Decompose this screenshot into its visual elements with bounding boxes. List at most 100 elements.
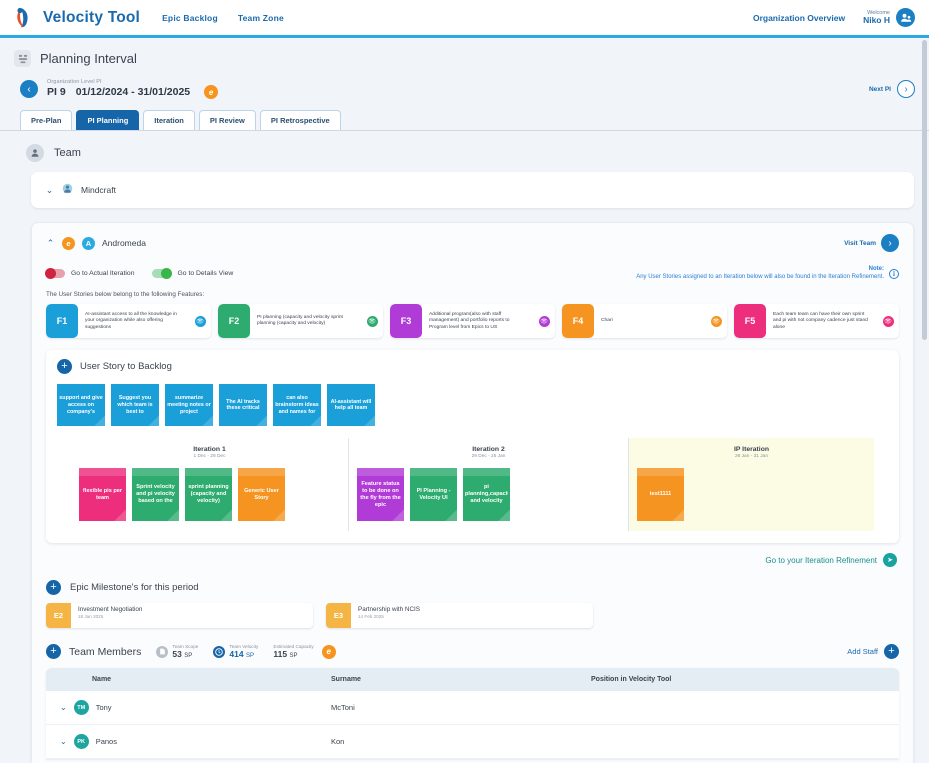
team-row-andromeda[interactable]: ⌃ e A Andromeda Visit Team › [32,223,913,253]
backlog-card[interactable]: Suggest you which team is best to [111,384,159,427]
feature-chip[interactable]: F3 Additional program(also with staff ma… [390,304,555,339]
feature-view-control[interactable]: 👁 [533,304,555,338]
stat-number: 414 [229,648,244,659]
page-title-row: Planning Interval [14,50,915,67]
tab-pi-retrospective[interactable]: PI Retrospective [259,110,341,131]
team-avatar-icon [62,183,73,197]
nav-link-team-zone[interactable]: Team Zone [238,13,284,23]
team-row-mindcraft[interactable]: ⌄ Mindcraft [31,172,914,208]
backlog-card[interactable]: can also brainstorm ideas and names for [273,384,321,427]
backlog-card[interactable]: AI-assistant will help all team [327,384,375,427]
visit-team-control[interactable]: Visit Team › [844,234,899,253]
milestone-card[interactable]: E3 Partnership with NCIS 14 Feb 2025 [326,603,593,629]
page-scrollbar[interactable] [922,40,927,761]
feature-view-control[interactable]: 👁 [705,304,727,338]
visit-team-button[interactable]: › [881,234,899,253]
iteration-card[interactable]: sprint planning (capacity and velocity) [185,468,232,522]
organization-overview-link[interactable]: Organization Overview [753,13,845,23]
toggle-actual-iteration[interactable] [45,267,65,279]
fold-corner-icon [148,415,159,427]
chevron-down-icon[interactable]: ⌄ [45,185,54,196]
top-bar-right: Organization Overview Welcome Niko H [753,8,915,27]
feature-view-control[interactable]: 👁 [189,304,211,338]
iteration-card[interactable]: Generic User Story [238,468,285,522]
stat-unit: SP [184,652,193,659]
info-icon[interactable]: i [889,268,899,279]
team-avatar-badge: A [82,236,95,250]
tab-pre-plan[interactable]: Pre-Plan [20,110,73,131]
backlog-card[interactable]: The AI tracks these critical [219,384,267,427]
user-avatar-icon[interactable] [896,8,915,27]
iteration-refinement-label: Go to your Iteration Refinement [765,555,877,565]
toggle-actual-iteration-item[interactable]: Go to Actual Iteration [45,267,134,279]
milestone-body: Investment Negotiation 18 Jan 2025 [71,603,142,628]
features-caption: The User Stories below belong to the fol… [46,291,205,299]
feature-chip[interactable]: F2 PI planning (capacity and velocity sp… [218,304,383,339]
team-members-table: Name Surname Position in Velocity Tool ⌄… [46,668,899,760]
backlog-card-row: support and give access on company's Sug… [57,384,888,427]
nav-link-epic-backlog[interactable]: Epic Backlog [162,13,218,23]
tab-pi-planning[interactable]: PI Planning [76,110,140,131]
iteration-card-text: flexible pis per team [82,487,123,501]
chevron-up-icon[interactable]: ⌃ [46,238,55,249]
send-icon[interactable]: ➤ [883,553,897,568]
tab-pi-review[interactable]: PI Review [198,110,256,131]
feature-text: PI planning (capacity and velocity sprin… [257,314,343,327]
add-team-member-button[interactable]: + [46,644,61,660]
feature-chip[interactable]: F1 AI-assistant access to all the knowle… [46,304,211,339]
tab-iteration[interactable]: Iteration [143,110,195,131]
add-staff-button[interactable]: + [884,644,899,660]
chevron-down-icon[interactable]: ⌄ [60,703,67,712]
edit-pi-badge[interactable]: e [204,85,219,100]
iteration-refinement-link-row[interactable]: Go to your Iteration Refinement ➤ [32,553,897,568]
backlog-card-text: Suggest you which team is best to [117,395,153,415]
iteration-card[interactable]: test1111 [637,468,684,522]
stat-number: 53 [172,648,182,659]
next-pi-button[interactable]: › [897,80,915,99]
eye-icon: 👁 [710,315,722,327]
team-edit-badge[interactable]: e [62,236,75,250]
team-members-header: + Team Members Team Scope 53 SP Team Vel… [32,628,913,660]
stat-unit: SP [245,652,254,659]
backlog-header: + User Story to Backlog [57,359,888,375]
table-row[interactable]: ⌄ PK Panos Kon [46,725,899,760]
feature-chip[interactable]: F4 Chari 👁 [562,304,727,339]
iteration-card-row: Feature status to be done on the fly fro… [357,468,620,522]
backlog-card[interactable]: support and give access on company's [57,384,105,427]
team-card-mindcraft[interactable]: ⌄ Mindcraft [31,172,914,209]
add-user-story-button[interactable]: + [57,359,72,375]
brand-logo[interactable]: Velocity Tool [14,6,140,29]
clock-icon [213,645,226,658]
fold-corner-icon [364,415,375,427]
iteration-card[interactable]: Sprint velocity and pi velocity based on… [132,468,179,522]
previous-pi-button[interactable]: ‹ [20,80,38,99]
feature-chip[interactable]: F5 Each team team can have their own spr… [734,304,899,339]
next-pi-control[interactable]: Next PI › [869,80,915,99]
milestone-key: E2 [46,603,71,629]
iteration-card[interactable]: Feature status to be done on the fly fro… [357,468,404,522]
feature-view-control[interactable]: 👁 [877,304,899,338]
iteration-card[interactable]: PI Planning - Velocity UI [410,468,457,522]
add-milestone-button[interactable]: + [46,580,61,596]
epic-milestones-row: E2 Investment Negotiation 18 Jan 2025 E3… [32,595,913,629]
iteration-card-text: pi planning,capacity and velocity [465,484,508,505]
toggle-details-view-item[interactable]: Go to Details View [152,267,233,279]
top-nav-links: Epic Backlog Team Zone [162,13,284,23]
edit-capacity-badge[interactable]: e [321,644,336,659]
toggle-details-view[interactable] [152,267,173,279]
feature-view-control[interactable]: 👁 [361,304,383,338]
scrollbar-thumb[interactable] [922,40,927,340]
fold-corner-icon [94,415,105,427]
user-menu[interactable]: Welcome Niko H [863,8,915,27]
backlog-card-text: The AI tracks these critical [226,398,260,412]
add-staff-control[interactable]: Add Staff + [847,644,899,660]
backlog-card[interactable]: summarize meeting notes or project [165,384,213,427]
table-row[interactable]: ⌄ TM Tony McToni [46,691,899,726]
fold-corner-icon [220,509,232,522]
feature-text: Chari [601,318,613,324]
milestone-card[interactable]: E2 Investment Negotiation 18 Jan 2025 [46,603,313,629]
iteration-card[interactable]: pi planning,capacity and velocity [463,468,510,522]
iteration-card[interactable]: flexible pis per team [79,468,126,522]
chevron-down-icon[interactable]: ⌄ [60,737,67,746]
iteration-dates: 1 Dec - 28 Dec [193,454,226,460]
